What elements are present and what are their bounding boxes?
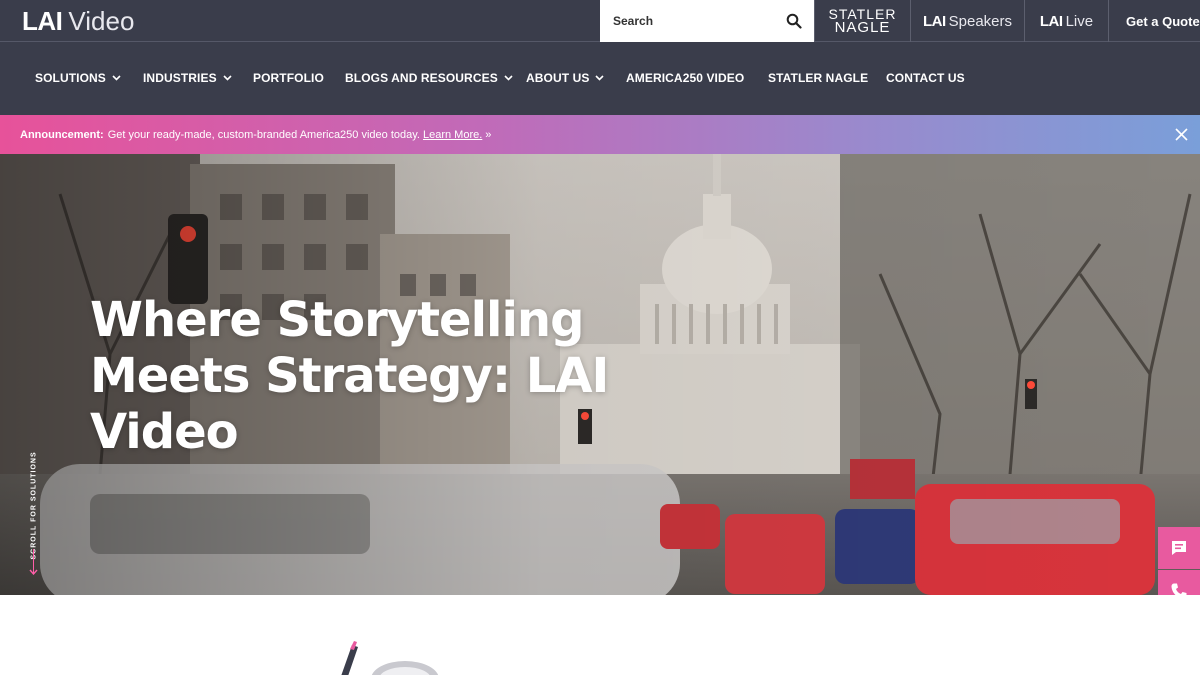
announcement-label: Announcement: (20, 128, 104, 141)
nav-item-america250-video[interactable]: AMERICA250 VIDEO (626, 71, 744, 85)
speakers-light-text: Speakers (948, 12, 1013, 30)
chat-icon (1172, 541, 1186, 555)
below-hero-section (0, 595, 1200, 675)
nav-item-label: INDUSTRIES (143, 71, 217, 85)
announcement-text: Get your ready-made, custom-branded Amer… (107, 128, 420, 141)
lai-live-link[interactable]: LAI Live (1024, 0, 1108, 42)
nav-item-label: AMERICA250 VIDEO (626, 71, 745, 85)
site-logo[interactable]: LAI Video (22, 6, 134, 36)
statler-nagle-link[interactable]: STATLER NAGLE (814, 0, 910, 42)
arrow-down-icon (29, 569, 38, 575)
live-light-text: Live (1065, 12, 1094, 30)
top-utility-bar: LAI Video STATLER NAGLE LAI Speakers LAI… (0, 0, 1200, 42)
announcement-arrow: » (485, 128, 492, 141)
nav-item-label: SOLUTIONS (35, 71, 106, 85)
nav-item-label: ABOUT US (526, 71, 590, 85)
learn-more-link[interactable]: Learn More. (423, 129, 482, 141)
nav-item-label: CONTACT US (886, 71, 965, 85)
scroll-label: SCROLL FOR SOLUTIONS (30, 451, 38, 560)
logo-bold-text: LAI (22, 6, 63, 36)
chevron-down-icon (223, 75, 232, 81)
film-reel-graphic (341, 641, 439, 675)
hero-title: Where Storytelling Meets Strategy: LAI V… (90, 292, 609, 460)
chat-button[interactable] (1158, 527, 1200, 569)
hero-section: Where Storytelling Meets Strategy: LAI V… (0, 154, 1200, 595)
main-navigation: SOLUTIONS INDUSTRIES PORTFOLIO BLOGS AND… (0, 42, 1200, 115)
search-icon[interactable] (786, 13, 802, 29)
lai-speakers-link[interactable]: LAI Speakers (910, 0, 1024, 42)
statler-line2: NAGLE (834, 19, 891, 36)
chevron-down-icon (595, 75, 605, 81)
nav-item-about-us[interactable]: ABOUT US (526, 71, 605, 85)
announcement-bar: Announcement: Get your ready-made, custo… (0, 115, 1200, 154)
nav-item-industries[interactable]: INDUSTRIES (143, 71, 232, 85)
nav-item-label: PORTFOLIO (253, 71, 324, 85)
logo-light-text: Video (68, 6, 135, 36)
nav-item-contact-us[interactable]: CONTACT US (886, 71, 965, 85)
get-a-quote-link[interactable]: Get a Quote (1108, 0, 1200, 42)
search-box (600, 0, 814, 42)
nav-item-solutions[interactable]: SOLUTIONS (35, 71, 121, 85)
search-input[interactable] (613, 14, 773, 28)
nav-item-portfolio[interactable]: PORTFOLIO (253, 71, 324, 85)
chevron-down-icon (504, 75, 513, 81)
scroll-for-solutions-link[interactable]: SCROLL FOR SOLUTIONS (24, 424, 44, 584)
nav-item-blogs-and-resources[interactable]: BLOGS AND RESOURCES (345, 71, 513, 85)
live-bold-text: LAI (1039, 12, 1063, 30)
speakers-bold-text: LAI (922, 12, 946, 30)
close-icon[interactable] (1175, 128, 1188, 141)
nav-item-label: STATLER NAGLE (768, 71, 869, 85)
nav-item-statler-nagle[interactable]: STATLER NAGLE (768, 71, 868, 85)
chevron-down-icon (112, 75, 121, 81)
nav-item-label: BLOGS AND RESOURCES (345, 71, 498, 85)
